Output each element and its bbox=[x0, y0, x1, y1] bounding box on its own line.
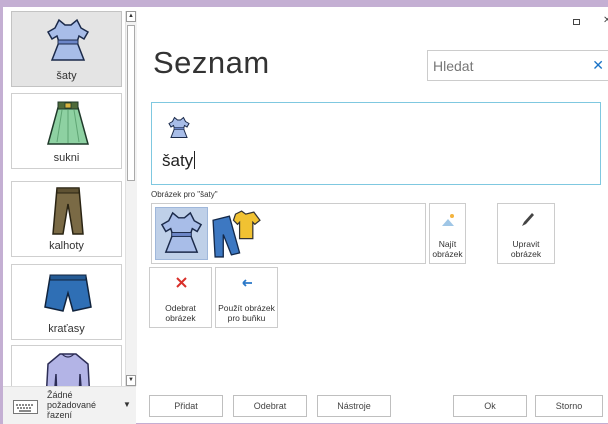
dress-icon bbox=[160, 211, 203, 253]
remove-picture-button[interactable]: Odebrat obrázek bbox=[149, 267, 212, 328]
list-item-kratasy[interactable]: kraťasy bbox=[11, 264, 122, 340]
remove-icon bbox=[176, 277, 187, 288]
list-item-label: kalhoty bbox=[49, 240, 84, 252]
sort-label[interactable]: Žádné požadované řazení bbox=[47, 390, 117, 420]
pictures-label: Obrázek pro "šaty" bbox=[151, 190, 218, 199]
cancel-button[interactable]: Storno bbox=[535, 395, 603, 417]
remove-button[interactable]: Odebrat bbox=[233, 395, 307, 417]
gallery-item-clothes[interactable] bbox=[209, 207, 262, 260]
shorts-icon bbox=[44, 274, 92, 312]
word-list: šaty sukni kalhoty kraťasy bbox=[7, 11, 124, 386]
page-title: Seznam bbox=[153, 45, 270, 80]
edit-picture-label: Upravit obrázek bbox=[510, 239, 542, 259]
list-item-sukni[interactable]: sukni bbox=[11, 93, 122, 169]
scroll-thumb[interactable] bbox=[127, 25, 135, 181]
sweater-icon bbox=[46, 353, 90, 386]
add-button[interactable]: Přidat bbox=[149, 395, 223, 417]
ok-button[interactable]: Ok bbox=[453, 395, 527, 417]
trousers-icon bbox=[52, 187, 84, 235]
app-window: šaty sukni kalhoty kraťasy ▲ ▼ Žádné pož… bbox=[3, 7, 608, 424]
clear-search-icon[interactable]: ✕ bbox=[592, 57, 604, 74]
gallery-item-dress[interactable] bbox=[155, 207, 208, 260]
list-item-label: kraťasy bbox=[48, 323, 85, 335]
scroll-down-icon[interactable]: ▼ bbox=[126, 375, 136, 386]
scroll-up-icon[interactable]: ▲ bbox=[126, 11, 136, 22]
use-picture-label: Použít obrázek pro buňku bbox=[218, 303, 275, 323]
list-item-label: sukni bbox=[53, 152, 80, 164]
find-image-icon bbox=[442, 214, 454, 226]
tools-button[interactable]: Nástroje bbox=[317, 395, 391, 417]
arrow-left-icon bbox=[242, 279, 252, 287]
use-picture-button[interactable]: Použít obrázek pro buňku bbox=[215, 267, 278, 328]
skirt-icon bbox=[47, 101, 89, 145]
find-picture-label: Najít obrázek bbox=[432, 239, 463, 259]
cell-editor[interactable]: šaty bbox=[151, 102, 601, 185]
editor-text: šaty bbox=[162, 151, 194, 170]
keyboard-icon[interactable] bbox=[13, 400, 38, 414]
find-picture-button[interactable]: Najít obrázek bbox=[429, 203, 466, 264]
picture-gallery bbox=[151, 203, 426, 264]
search-box: ✕ bbox=[427, 50, 608, 81]
search-input[interactable] bbox=[431, 55, 585, 77]
close-icon[interactable]: ✕ bbox=[603, 15, 608, 26]
list-item-label: šaty bbox=[56, 70, 77, 82]
sort-selector[interactable]: Žádné požadované řazení ▼ bbox=[3, 386, 136, 424]
chevron-down-icon[interactable]: ▼ bbox=[123, 400, 131, 409]
list-item-svetr[interactable] bbox=[11, 345, 122, 386]
editor-text-wrap: šaty bbox=[162, 151, 196, 171]
dress-icon bbox=[168, 116, 190, 138]
clothes-icon bbox=[212, 210, 261, 258]
pencil-icon bbox=[522, 213, 534, 226]
maximize-icon[interactable] bbox=[573, 19, 580, 25]
text-caret bbox=[194, 151, 196, 169]
remove-picture-label: Odebrat obrázek bbox=[165, 303, 196, 323]
edit-picture-button[interactable]: Upravit obrázek bbox=[497, 203, 555, 264]
dress-icon bbox=[46, 18, 90, 61]
list-scrollbar[interactable]: ▲ ▼ bbox=[125, 11, 137, 386]
list-item-saty[interactable]: šaty bbox=[11, 11, 122, 87]
list-item-kalhoty[interactable]: kalhoty bbox=[11, 181, 122, 257]
